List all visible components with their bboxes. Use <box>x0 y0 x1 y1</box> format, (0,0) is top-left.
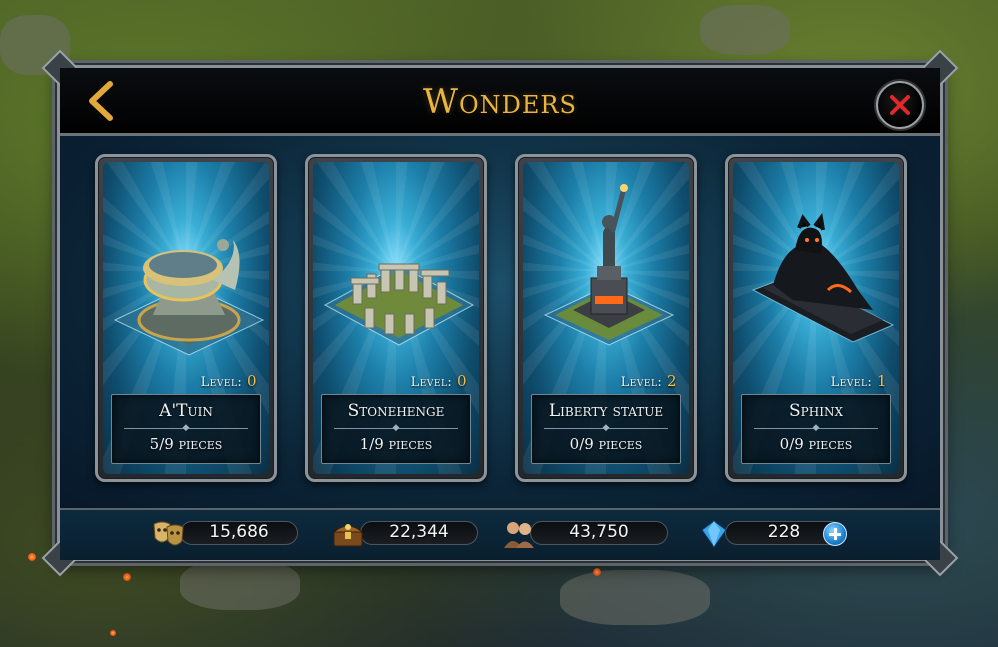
wonder-card-art-bg: Level: 0 A'Tuin ◆ 5/9 pieces <box>103 162 269 474</box>
wonders-dialog: Wonders Level: 0 A'Tuin ◆ 5/9 pieces Lev… <box>41 49 959 577</box>
divider-ornament-icon: ◆ <box>392 423 400 433</box>
wonder-pieces: 0/9 pieces <box>779 435 853 453</box>
wonder-card-art-bg: Level: 1 Sphinx ◆ 0/9 pieces <box>733 162 899 474</box>
add-gems-button[interactable] <box>823 522 847 546</box>
resource-value: 15,686 <box>209 522 269 542</box>
close-button[interactable] <box>876 81 924 129</box>
level-label: Level: <box>410 375 453 390</box>
resource-masks: 15,686 <box>150 518 300 546</box>
ember <box>110 630 116 636</box>
wonder-level: Level: 1 <box>831 372 887 390</box>
wonder-card-atuin[interactable]: Level: 0 A'Tuin ◆ 5/9 pieces <box>95 154 277 482</box>
background-rock <box>700 5 790 55</box>
wonder-name: A'Tuin <box>159 401 213 421</box>
ember <box>593 568 601 576</box>
wonder-pieces: 1/9 pieces <box>359 435 433 453</box>
wonder-card-stonehenge[interactable]: Level: 0 Stonehenge ◆ 1/9 pieces <box>305 154 487 482</box>
sphinx-icon <box>751 213 895 343</box>
level-label: Level: <box>200 375 243 390</box>
ember <box>123 573 131 581</box>
divider-ornament-icon: ◆ <box>812 423 820 433</box>
wonders-list: Level: 0 A'Tuin ◆ 5/9 pieces Level: 0 St… <box>60 136 940 508</box>
wonder-card-art-bg: Level: 0 Stonehenge ◆ 1/9 pieces <box>313 162 479 474</box>
resource-population: 43,750 <box>500 518 670 548</box>
page-title: Wonders <box>423 82 577 122</box>
wonder-card-sphinx[interactable]: Level: 1 Sphinx ◆ 0/9 pieces <box>725 154 907 482</box>
dialog-header: Wonders <box>60 68 940 136</box>
close-icon <box>890 95 910 115</box>
level-value: 0 <box>246 372 257 390</box>
wonder-level: Level: 0 <box>411 372 467 390</box>
wonder-card-art-bg: Level: 2 Liberty statue ◆ 0/9 pieces <box>523 162 689 474</box>
level-value: 0 <box>456 372 467 390</box>
level-value: 2 <box>666 372 677 390</box>
wonder-pieces: 5/9 pieces <box>149 435 223 453</box>
statue-icon <box>543 184 675 346</box>
level-label: Level: <box>620 375 663 390</box>
wonder-info-box: Sphinx ◆ 0/9 pieces <box>741 394 891 464</box>
wonder-level: Level: 2 <box>621 372 677 390</box>
resource-bar: 15,686 22,344 43,750 228 <box>60 508 940 560</box>
background-rock <box>560 570 710 625</box>
stonehenge-icon <box>323 263 475 346</box>
background-rock <box>180 560 300 610</box>
masks-icon <box>153 521 184 546</box>
gem-icon <box>701 520 727 548</box>
wonder-name: Stonehenge <box>347 401 445 421</box>
resource-value: 22,344 <box>389 522 449 542</box>
level-label: Level: <box>830 375 873 390</box>
treasure-chest-icon <box>332 524 364 547</box>
divider-ornament-icon: ◆ <box>182 423 190 433</box>
ember <box>28 553 36 561</box>
wonder-card-liberty-statue[interactable]: Level: 2 Liberty statue ◆ 0/9 pieces <box>515 154 697 482</box>
wonder-name: Sphinx <box>789 401 843 421</box>
divider-ornament-icon: ◆ <box>602 423 610 433</box>
turtle-wonder-icon <box>113 239 265 356</box>
resource-gems: 228 <box>695 518 847 548</box>
resource-value: 43,750 <box>569 522 629 542</box>
wonder-level: Level: 0 <box>201 372 257 390</box>
level-value: 1 <box>876 372 887 390</box>
wonder-name: Liberty statue <box>548 401 664 421</box>
population-icon <box>504 522 534 548</box>
wonder-pieces: 0/9 pieces <box>569 435 643 453</box>
wonder-info-box: Liberty statue ◆ 0/9 pieces <box>531 394 681 464</box>
wonder-info-box: A'Tuin ◆ 5/9 pieces <box>111 394 261 464</box>
wonder-info-box: Stonehenge ◆ 1/9 pieces <box>321 394 471 464</box>
resource-treasure: 22,344 <box>330 518 480 547</box>
